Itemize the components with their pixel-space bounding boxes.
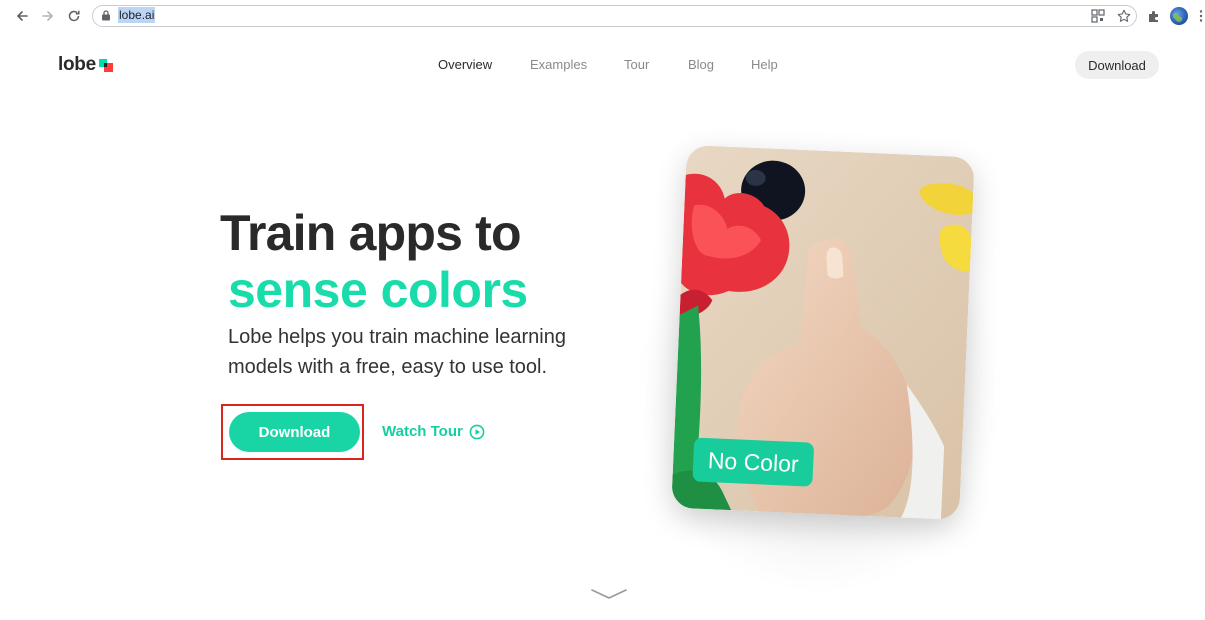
nav-examples[interactable]: Examples bbox=[530, 57, 587, 73]
address-bar[interactable] bbox=[92, 5, 1137, 27]
hero-image-card: No Color bbox=[671, 144, 975, 521]
extensions-puzzle-icon[interactable] bbox=[1147, 9, 1161, 23]
header-download-button[interactable]: Download bbox=[1075, 51, 1159, 79]
nav-help[interactable]: Help bbox=[751, 57, 778, 73]
watch-tour-link[interactable]: Watch Tour bbox=[382, 423, 485, 440]
forward-arrow-icon[interactable] bbox=[40, 7, 56, 25]
prediction-label-badge: No Color bbox=[692, 437, 815, 487]
more-menu-icon[interactable] bbox=[1199, 10, 1203, 22]
nav-overview[interactable]: Overview bbox=[438, 57, 492, 73]
hero-title-line2: sense colors bbox=[228, 262, 528, 318]
hero-title-line1: Train apps to bbox=[220, 205, 522, 261]
bookmark-star-icon[interactable] bbox=[1117, 9, 1131, 23]
lock-icon bbox=[102, 10, 110, 21]
profile-avatar[interactable] bbox=[1170, 7, 1188, 25]
site-navigation: Overview Examples Tour Blog Help bbox=[0, 57, 1205, 75]
play-circle-icon bbox=[469, 424, 485, 439]
hero-download-button[interactable]: Download bbox=[229, 412, 360, 452]
browser-toolbar: lobe.ai bbox=[0, 0, 1205, 32]
url-text[interactable]: lobe.ai bbox=[118, 7, 156, 23]
back-arrow-icon[interactable] bbox=[14, 7, 30, 25]
hero-subtitle: Lobe helps you train machine learning mo… bbox=[228, 326, 566, 378]
qr-code-icon[interactable] bbox=[1091, 9, 1105, 23]
reload-icon[interactable] bbox=[66, 7, 82, 25]
nav-blog[interactable]: Blog bbox=[688, 57, 714, 73]
nav-tour[interactable]: Tour bbox=[624, 57, 649, 73]
watch-tour-label: Watch Tour bbox=[382, 423, 463, 440]
scroll-down-chevron-icon[interactable] bbox=[590, 587, 628, 601]
